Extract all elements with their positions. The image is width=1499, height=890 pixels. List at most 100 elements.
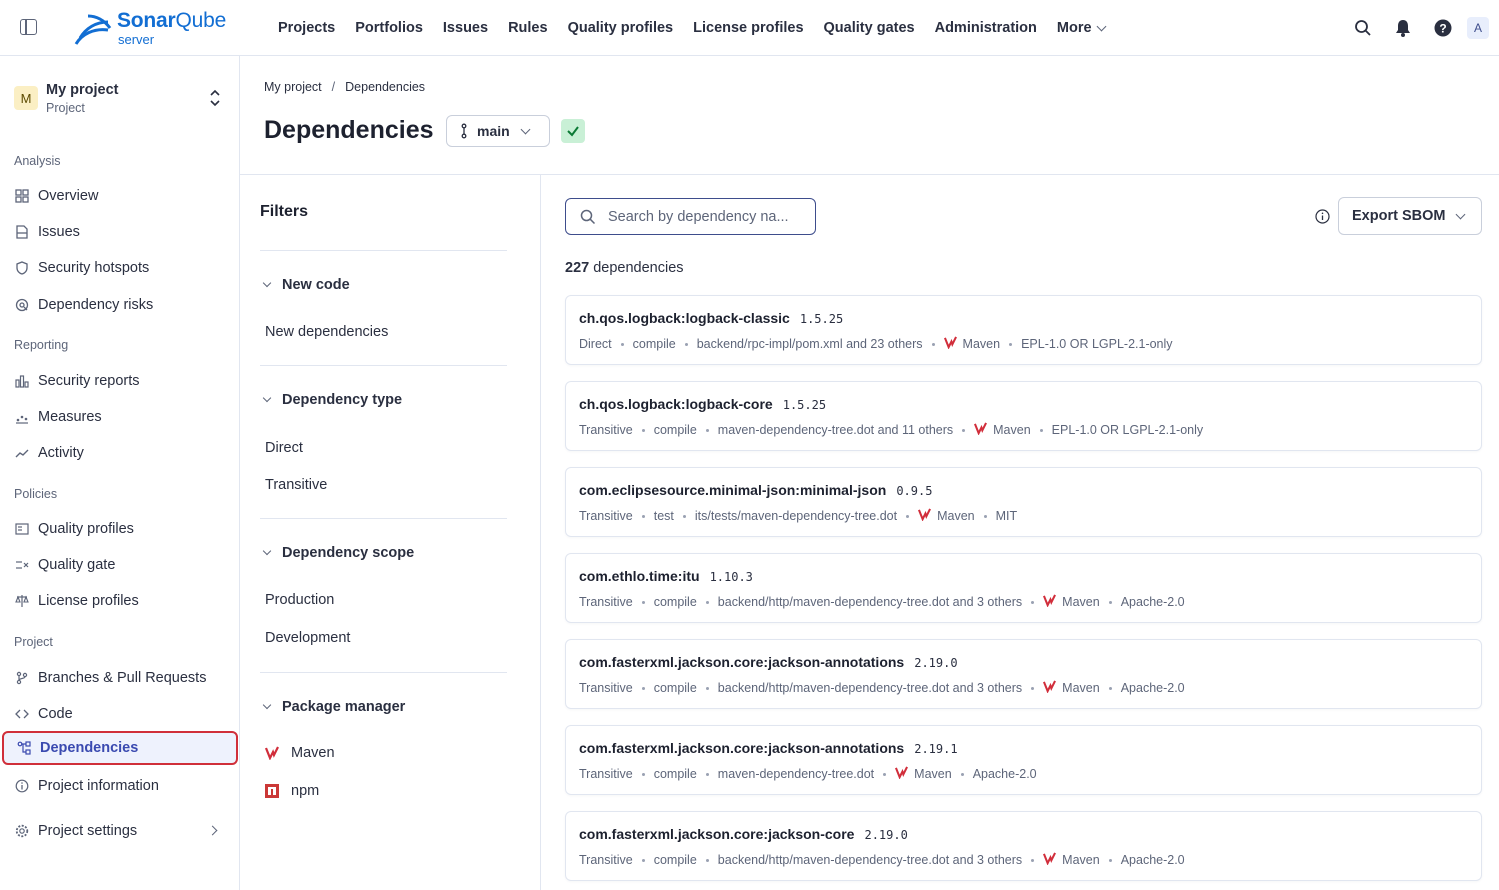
sidebar-item-project-settings[interactable]: Project settings [4,814,236,848]
dependency-type: Transitive [579,767,633,781]
maven-icon [943,336,957,352]
sidebar-item-measures[interactable]: Measures [4,400,236,434]
filter-option-npm[interactable]: npm [265,783,319,799]
dependency-meta: Transitive compile backend/http/maven-depe… [579,852,1185,868]
sidebar-item-quality-gate[interactable]: Quality gate [4,548,236,582]
filter-option-direct[interactable]: Direct [265,440,303,456]
separator-dot [641,858,645,862]
filter-group-dependency-scope[interactable]: Dependency scope [262,545,414,561]
dependency-name[interactable]: com.eclipsesource.minimal-json:minimal-j… [579,482,886,498]
dependency-name[interactable]: com.fasterxml.jackson.core:jackson-annot… [579,740,904,756]
sidebar-item-license-profiles[interactable]: License profiles [4,584,236,618]
filter-option-transitive[interactable]: Transitive [265,477,327,493]
dependency-risk-icon [14,297,30,313]
breadcrumb-project[interactable]: My project [264,80,322,94]
sidebar-item-activity[interactable]: Activity [4,436,236,470]
filter-group-dependency-type[interactable]: Dependency type [262,392,402,408]
chevron-down-icon [1456,209,1466,219]
breadcrumb-separator: / [331,80,336,94]
filter-option-maven[interactable]: Maven [265,745,335,761]
separator-dot [906,514,910,518]
quality-gate-status-badge[interactable] [561,119,585,143]
sidebar-item-dependencies[interactable]: Dependencies [2,731,238,765]
help-icon[interactable]: ? [1423,8,1463,48]
section-policies: Policies [14,487,58,501]
app-root: SonarQube server Projects Portfolios Iss… [0,0,1499,890]
filter-option-new-dependencies[interactable]: New dependencies [265,324,388,340]
shield-icon [14,260,30,276]
sidebar-item-dependency-risks[interactable]: Dependency risks [4,288,236,322]
sidebar-toggle-icon[interactable] [20,19,37,35]
sidebar-item-branches[interactable]: Branches & Pull Requests [4,661,236,695]
sidebar-item-label: Quality gate [38,557,116,573]
dependency-manager: Maven [962,337,1001,351]
maven-icon [918,508,932,524]
nav-more[interactable]: More [1047,20,1115,36]
divider [260,365,507,366]
dependency-name[interactable]: com.fasterxml.jackson.core:jackson-annot… [579,654,904,670]
search-input[interactable] [608,208,798,225]
dependency-file: backend/http/maven-dependency-tree.dot a… [717,853,1023,867]
separator-dot [1039,428,1043,432]
dependency-type: Transitive [579,853,633,867]
chevron-down-icon [1096,21,1107,31]
dependency-type: Transitive [579,509,633,523]
sidebar-item-code[interactable]: Code [4,697,236,731]
bell-icon[interactable] [1383,8,1423,48]
nav-issues[interactable]: Issues [433,20,498,36]
filter-group-package-manager[interactable]: Package manager [262,699,405,715]
sidebar-item-label: License profiles [38,593,139,609]
sidebar-item-label: Measures [38,409,102,425]
search-icon[interactable] [1343,8,1383,48]
nav-quality-profiles[interactable]: Quality profiles [558,20,684,36]
nav-projects[interactable]: Projects [268,20,345,36]
dependency-version: 0.9.5 [896,484,933,498]
dependency-card[interactable]: com.ethlo.time:itu 1.10.3 Transitive compil… [565,553,1482,623]
sidebar-item-security-hotspots[interactable]: Security hotspots [4,251,236,285]
dependency-card[interactable]: com.fasterxml.jackson.core:jackson-core 2… [565,811,1482,881]
dependency-card[interactable]: ch.qos.logback:logback-classic 1.5.25 Dire… [565,295,1482,365]
nav-portfolios[interactable]: Portfolios [345,20,433,36]
branch-selector[interactable]: main [446,115,550,147]
filter-group-new-code[interactable]: New code [262,277,350,293]
dependency-card[interactable]: com.fasterxml.jackson.core:jackson-annot… [565,639,1482,709]
sonarqube-logo[interactable]: SonarQube server [72,6,242,50]
svg-text:?: ? [1439,22,1446,36]
separator-dot [983,514,987,518]
export-sbom-button[interactable]: Export SBOM [1338,197,1482,235]
sidebar-item-quality-profiles[interactable]: Quality profiles [4,512,236,546]
dependency-name[interactable]: ch.qos.logback:logback-classic [579,310,790,326]
project-avatar: M [14,86,38,110]
dependency-card[interactable]: ch.qos.logback:logback-core 1.5.25 Transit… [565,381,1482,451]
user-avatar[interactable]: A [1467,17,1489,39]
sidebar-item-label: Project information [38,778,159,794]
project-switcher[interactable]: M My project Project [14,82,226,124]
dependency-license: MIT [995,509,1018,523]
dependency-search[interactable] [565,198,816,235]
sidebar-item-project-information[interactable]: Project information [4,769,236,803]
dependency-name-row: com.fasterxml.jackson.core:jackson-core 2… [579,826,908,842]
dependency-meta: Transitive compile maven-dependency-tree.d… [579,766,1037,782]
nav-rules[interactable]: Rules [498,20,558,36]
sidebar-item-issues[interactable]: Issues [4,215,236,249]
nav-license-profiles[interactable]: License profiles [683,20,813,36]
dependency-scope: compile [653,767,697,781]
dependency-name[interactable]: com.fasterxml.jackson.core:jackson-core [579,826,854,842]
nav-quality-gates[interactable]: Quality gates [814,20,925,36]
dependency-card[interactable]: com.fasterxml.jackson.core:jackson-annot… [565,725,1482,795]
dependency-name[interactable]: ch.qos.logback:logback-core [579,396,773,412]
dependency-name[interactable]: com.ethlo.time:itu [579,568,700,584]
branch-icon [461,123,467,139]
logo-edition: server [118,32,155,47]
dependency-count: 227 dependencies [565,260,684,276]
info-icon[interactable] [1313,207,1331,225]
separator-dot [931,342,935,346]
filter-option-development[interactable]: Development [265,630,350,646]
filter-option-production[interactable]: Production [265,592,334,608]
dependency-card[interactable]: com.eclipsesource.minimal-json:minimal-j… [565,467,1482,537]
sidebar-item-overview[interactable]: Overview [4,179,236,213]
nav-administration[interactable]: Administration [925,20,1047,36]
separator-dot [620,342,624,346]
separator-dot [1031,858,1035,862]
sidebar-item-security-reports[interactable]: Security reports [4,364,236,398]
